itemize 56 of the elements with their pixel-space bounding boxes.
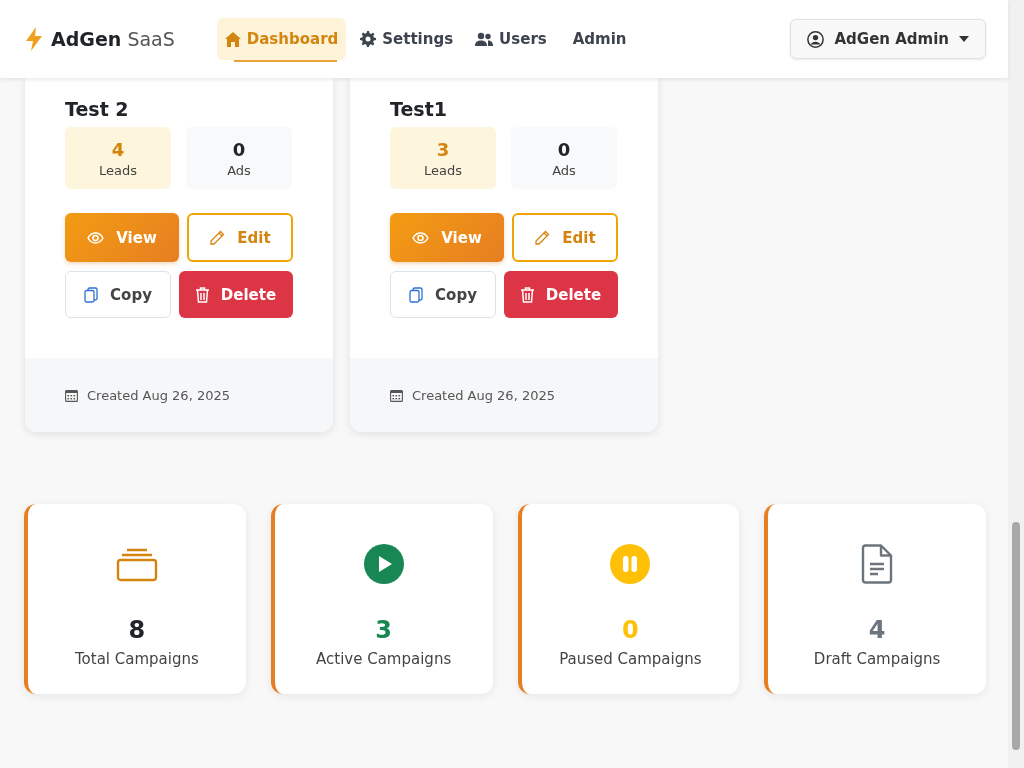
stat-value: 3 bbox=[375, 616, 392, 644]
play-circle-icon bbox=[363, 544, 404, 584]
scrollbar[interactable] bbox=[1008, 0, 1024, 768]
delete-button[interactable]: Delete bbox=[504, 271, 618, 318]
leads-label: Leads bbox=[99, 162, 137, 178]
created-date: Created Aug 26, 2025 bbox=[412, 387, 555, 403]
nav-tab[interactable]: Admin bbox=[560, 18, 639, 60]
stat-value: 8 bbox=[128, 616, 146, 644]
copy-button[interactable]: Copy bbox=[390, 271, 496, 318]
trash-icon bbox=[195, 286, 209, 303]
nav-tab[interactable]: Users bbox=[467, 18, 555, 60]
delete-button[interactable]: Delete bbox=[179, 271, 293, 318]
settings-icon bbox=[360, 31, 377, 47]
view-button[interactable]: View bbox=[65, 213, 179, 262]
ads-count: 0 bbox=[557, 138, 571, 160]
nav-tab[interactable]: Dashboard bbox=[216, 18, 347, 60]
pencil-icon bbox=[209, 229, 226, 246]
ads-label: Ads bbox=[552, 162, 576, 178]
edit-button[interactable]: Edit bbox=[187, 213, 293, 262]
leads-count: 3 bbox=[436, 138, 450, 160]
stat-value: 0 bbox=[622, 616, 639, 644]
calendar-icon bbox=[65, 388, 78, 402]
pause-circle-icon bbox=[610, 544, 651, 584]
stat-label: Paused Campaigns bbox=[559, 650, 702, 668]
calendar-icon bbox=[390, 388, 403, 402]
ads-label: Ads bbox=[227, 162, 251, 178]
copy-icon bbox=[84, 286, 99, 303]
ads-count: 0 bbox=[232, 138, 246, 160]
leads-count: 4 bbox=[111, 138, 125, 160]
users-icon bbox=[475, 32, 494, 46]
document-icon bbox=[861, 544, 894, 584]
copy-icon bbox=[409, 286, 424, 303]
stat-value: 4 bbox=[868, 616, 886, 644]
stat-label: Draft Campaigns bbox=[813, 650, 941, 668]
brand-suffix: SaaS bbox=[127, 28, 175, 50]
campaign-title: Test1 bbox=[390, 98, 448, 120]
stat-label: Total Campaigns bbox=[74, 650, 199, 668]
trash-icon bbox=[520, 286, 534, 303]
nav-tab[interactable]: Settings bbox=[352, 18, 462, 60]
user-menu-button[interactable]: AdGen Admin bbox=[790, 19, 986, 59]
leads-label: Leads bbox=[424, 162, 462, 178]
campaign-title: Test 2 bbox=[65, 98, 130, 120]
lightning-bolt-icon bbox=[25, 27, 43, 51]
copy-button[interactable]: Copy bbox=[65, 271, 171, 318]
user-circle-icon bbox=[807, 30, 825, 48]
home-icon bbox=[224, 31, 241, 47]
created-date: Created Aug 26, 2025 bbox=[87, 387, 230, 403]
pencil-icon bbox=[534, 229, 551, 246]
brand-name: AdGen bbox=[51, 28, 122, 50]
edit-button[interactable]: Edit bbox=[512, 213, 618, 262]
stat-label: Active Campaigns bbox=[316, 650, 452, 668]
eye-icon bbox=[87, 231, 105, 244]
folders-stack-icon bbox=[115, 546, 158, 582]
eye-icon bbox=[412, 231, 430, 244]
view-button[interactable]: View bbox=[390, 213, 504, 262]
caret-icon bbox=[959, 36, 969, 42]
